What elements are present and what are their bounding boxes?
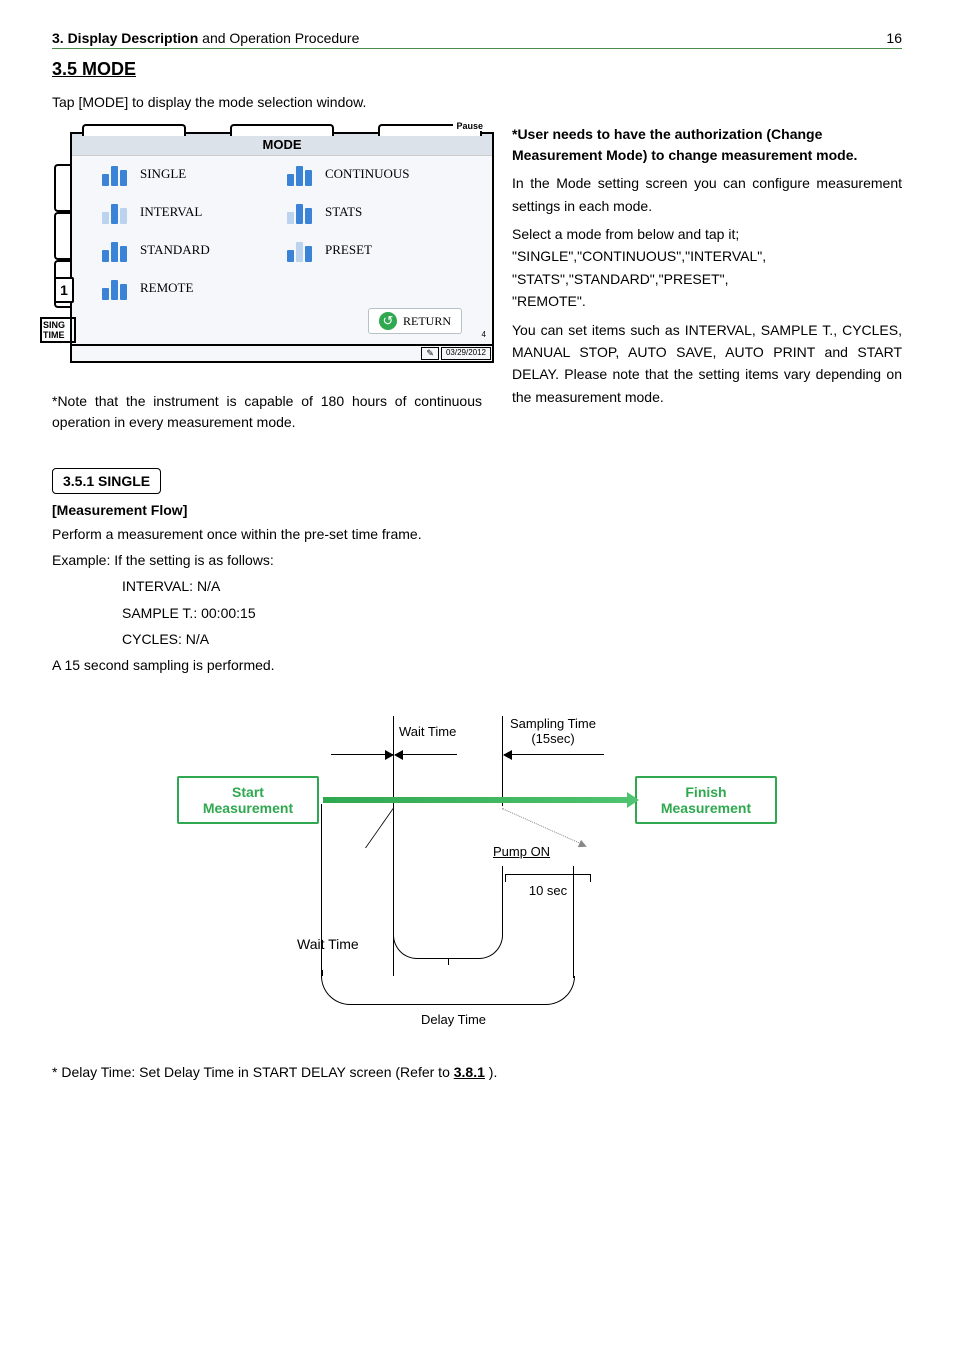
single-l3: INTERVAL: N/A — [52, 576, 902, 596]
section-heading: 3.5 MODE — [52, 59, 902, 80]
mode-interval[interactable]: INTERVAL — [102, 200, 277, 224]
mode-title: MODE — [72, 134, 492, 156]
mode-window: Pause 1 SINGTIME MODE SINGLE — [70, 132, 494, 363]
pen-icon: ✎ — [421, 347, 439, 360]
mode-single[interactable]: SINGLE — [102, 162, 277, 186]
bars-icon — [102, 162, 130, 186]
mode-list: Select a mode from below and tap it; "SI… — [512, 223, 902, 313]
wait-time-label: Wait Time — [399, 724, 456, 739]
single-l5: CYCLES: N/A — [52, 629, 902, 649]
page-header: 3. Display Description and Operation Pro… — [52, 30, 902, 49]
mode-standard[interactable]: STANDARD — [102, 238, 277, 262]
page-number: 16 — [886, 30, 902, 46]
single-box: 3.5.1 SINGLE — [52, 468, 161, 494]
header-title: 3. Display Description and Operation Pro… — [52, 30, 359, 46]
date-label: 03/29/2012 — [441, 347, 491, 360]
one-badge: 1 — [54, 277, 74, 303]
single-l6: A 15 second sampling is performed. — [52, 655, 902, 675]
sampling-time-label: Sampling Time(15sec) — [510, 716, 596, 747]
bars-icon — [102, 200, 130, 224]
single-l2: Example: If the setting is as follows: — [52, 550, 902, 570]
mode-remote[interactable]: REMOTE — [102, 276, 277, 300]
mode-continuous[interactable]: CONTINUOUS — [287, 162, 462, 186]
pause-label: Pause — [453, 121, 486, 131]
flow-arrow — [323, 797, 631, 803]
wait-time-label-2: Wait Time — [297, 936, 359, 952]
bars-icon — [102, 238, 130, 262]
wait-brace — [393, 926, 501, 968]
mode-desc-2: You can set items such as INTERVAL, SAMP… — [512, 319, 902, 409]
measurement-flow-heading: [Measurement Flow] — [52, 502, 902, 518]
return-icon: ↺ — [379, 312, 397, 330]
start-measurement-box: Start Measurement — [177, 776, 319, 824]
bars-icon — [287, 238, 315, 262]
flow-diagram: Wait Time Sampling Time(15sec) Start Mea… — [177, 696, 777, 1056]
mode-preset[interactable]: PRESET — [287, 238, 462, 262]
left-note: *Note that the instrument is capable of … — [52, 391, 482, 432]
single-l4: SAMPLE T.: 00:00:15 — [52, 603, 902, 623]
single-l1: Perform a measurement once within the pr… — [52, 524, 902, 544]
ten-sec-brace: 10 sec — [505, 874, 591, 898]
singtime-label: SINGTIME — [40, 317, 76, 343]
auth-note: *User needs to have the authorization (C… — [512, 124, 902, 166]
finish-measurement-box: Finish Measurement — [635, 776, 777, 824]
mode-desc-1: In the Mode setting screen you can confi… — [512, 172, 902, 217]
bars-icon — [287, 200, 315, 224]
ref-link[interactable]: 3.8.1 — [454, 1064, 485, 1080]
delay-footnote: * Delay Time: Set Delay Time in START DE… — [52, 1062, 902, 1082]
section-intro: Tap [MODE] to display the mode selection… — [52, 92, 902, 112]
bars-icon — [102, 276, 130, 300]
pump-on-label: Pump ON — [493, 844, 550, 859]
mode-stats[interactable]: STATS — [287, 200, 462, 224]
bars-icon — [287, 162, 315, 186]
delay-time-label: Delay Time — [421, 1012, 486, 1027]
return-button[interactable]: ↺ RETURN — [368, 308, 462, 334]
